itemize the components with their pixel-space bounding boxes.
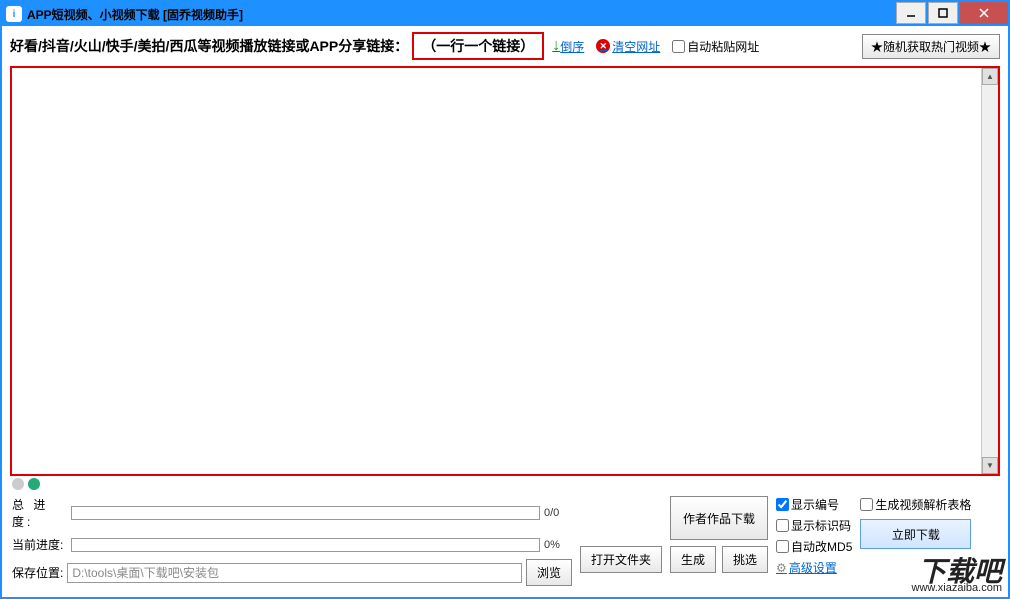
advanced-label: 高级设置 xyxy=(789,559,837,576)
show-id-input[interactable] xyxy=(776,519,789,532)
total-progress-label: 总 进 度: xyxy=(12,496,67,530)
bottom-panel: 总 进 度: 0/0 当前进度: 0% 保存位置: 浏览 打开文件夹 作者作品下… xyxy=(2,492,1008,596)
status-dot-grey-icon xyxy=(12,478,24,490)
total-progress-row: 总 进 度: 0/0 xyxy=(12,496,572,530)
close-button[interactable] xyxy=(960,2,1008,24)
gen-table-checkbox[interactable]: 生成视频解析表格 xyxy=(860,496,971,513)
app-window: i APP短视频、小视频下载 [固乔视频助手] 好看/抖音/火山/快手/美拍/西… xyxy=(0,0,1010,599)
show-id-label: 显示标识码 xyxy=(791,517,851,534)
clear-x-icon: ✕ xyxy=(596,39,610,53)
auto-paste-label: 自动粘贴网址 xyxy=(687,38,759,55)
generate-button[interactable]: 生成 xyxy=(670,546,716,573)
auto-md5-checkbox[interactable]: 自动改MD5 xyxy=(776,538,852,555)
window-title: APP短视频、小视频下载 [固乔视频助手] xyxy=(27,6,894,23)
titlebar: i APP短视频、小视频下载 [固乔视频助手] xyxy=(2,2,1008,26)
current-progress-bar xyxy=(71,538,540,552)
url-textarea[interactable] xyxy=(12,68,980,474)
total-progress-bar xyxy=(71,506,540,520)
left-column: 总 进 度: 0/0 当前进度: 0% 保存位置: 浏览 xyxy=(12,496,572,586)
gen-table-label: 生成视频解析表格 xyxy=(875,496,971,513)
current-progress-value: 0% xyxy=(544,539,572,551)
save-path-input[interactable] xyxy=(67,563,522,583)
maximize-button[interactable] xyxy=(928,2,958,24)
status-dot-green-icon xyxy=(28,478,40,490)
window-controls xyxy=(894,2,1008,26)
gen-table-input[interactable] xyxy=(860,498,873,511)
sort-link[interactable]: ↓ 倒序 xyxy=(552,37,584,55)
folder-column: 打开文件夹 xyxy=(580,496,662,586)
scrollbar[interactable]: ▲ ▼ xyxy=(981,68,998,474)
clear-label: 清空网址 xyxy=(612,38,660,55)
show-number-label: 显示编号 xyxy=(791,496,839,513)
status-icons xyxy=(2,476,1008,492)
options-column: 显示编号 显示标识码 自动改MD5 ⚙高级设置 xyxy=(776,496,852,586)
browse-button[interactable]: 浏览 xyxy=(526,559,572,586)
current-progress-row: 当前进度: 0% xyxy=(12,536,572,553)
scroll-down-icon[interactable]: ▼ xyxy=(982,457,998,474)
download-now-button[interactable]: 立即下载 xyxy=(860,519,971,549)
random-hot-button[interactable]: ★随机获取热门视频★ xyxy=(862,34,1000,59)
save-label: 保存位置: xyxy=(12,564,63,581)
gear-icon: ⚙ xyxy=(776,561,787,575)
auto-paste-input[interactable] xyxy=(672,40,685,53)
clear-link[interactable]: ✕ 清空网址 xyxy=(596,38,660,55)
sort-label: 倒序 xyxy=(560,38,584,55)
current-progress-label: 当前进度: xyxy=(12,536,67,553)
hint-button[interactable]: （一行一个链接） xyxy=(412,32,544,60)
auto-md5-label: 自动改MD5 xyxy=(791,538,852,555)
advanced-settings-link[interactable]: ⚙高级设置 xyxy=(776,559,852,576)
save-row: 保存位置: 浏览 xyxy=(12,559,572,586)
show-number-checkbox[interactable]: 显示编号 xyxy=(776,496,852,513)
app-icon: i xyxy=(6,6,22,22)
author-works-button[interactable]: 作者作品下载 xyxy=(670,496,768,540)
total-progress-value: 0/0 xyxy=(544,507,572,519)
auto-md5-input[interactable] xyxy=(776,540,789,553)
show-id-checkbox[interactable]: 显示标识码 xyxy=(776,517,852,534)
url-textarea-wrap: ▲ ▼ xyxy=(10,66,1000,476)
gen-pick-row: 生成 挑选 xyxy=(670,546,768,573)
open-folder-button[interactable]: 打开文件夹 xyxy=(580,546,662,573)
arrow-down-icon: ↓ xyxy=(552,37,560,55)
toolbar-label: 好看/抖音/火山/快手/美拍/西瓜等视频播放链接或APP分享链接： xyxy=(10,36,408,56)
mid-column: 作者作品下载 生成 挑选 xyxy=(670,496,768,586)
toolbar: 好看/抖音/火山/快手/美拍/西瓜等视频播放链接或APP分享链接： （一行一个链… xyxy=(2,26,1008,66)
minimize-button[interactable] xyxy=(896,2,926,24)
pick-button[interactable]: 挑选 xyxy=(722,546,768,573)
show-number-input[interactable] xyxy=(776,498,789,511)
scroll-up-icon[interactable]: ▲ xyxy=(982,68,998,85)
right-column: 生成视频解析表格 立即下载 xyxy=(860,496,971,586)
auto-paste-checkbox[interactable]: 自动粘贴网址 xyxy=(672,38,759,55)
